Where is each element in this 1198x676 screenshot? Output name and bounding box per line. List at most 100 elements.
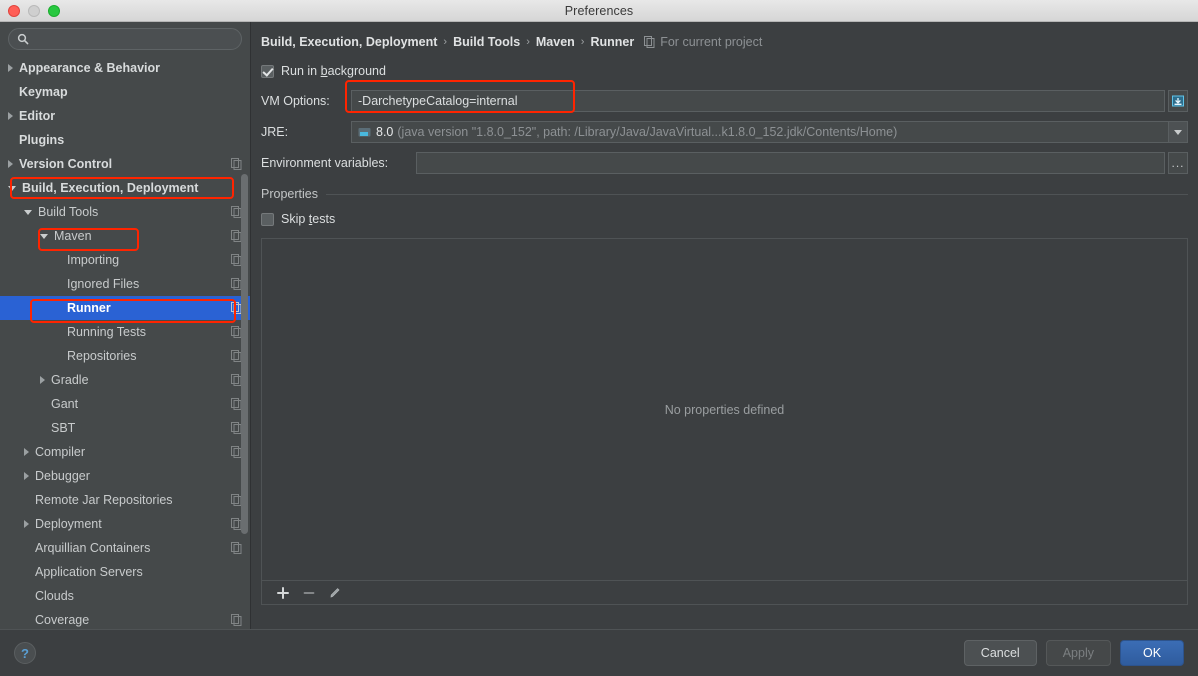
- cancel-button[interactable]: Cancel: [963, 640, 1037, 666]
- sidebar-item-label: Plugins: [19, 133, 65, 147]
- sidebar-item-sbt[interactable]: SBT: [0, 416, 250, 440]
- vm-options-row: VM Options: -DarchetypeCatalog=internal: [261, 90, 1188, 112]
- settings-sidebar: Appearance & Behavior Keymap Editor Plugins…: [0, 22, 251, 629]
- zoom-button[interactable]: [48, 4, 60, 17]
- breadcrumb: Build, Execution, Deployment › Build Tools…: [261, 32, 1188, 52]
- chevron-right-icon[interactable]: [8, 64, 13, 72]
- chevron-right-icon[interactable]: [24, 520, 29, 528]
- breadcrumb-project-scope: For current project: [644, 35, 762, 49]
- sidebar-item-maven[interactable]: Maven: [0, 224, 250, 248]
- window-title: Preferences: [564, 3, 634, 18]
- sidebar-item-label: Runner: [67, 301, 111, 315]
- jdk-icon: [358, 128, 371, 137]
- sidebar-item-label: Application Servers: [35, 565, 143, 579]
- vm-options-expand-button[interactable]: [1168, 90, 1188, 112]
- chevron-right-icon[interactable]: [24, 448, 29, 456]
- sidebar-item-label: Appearance & Behavior: [19, 61, 161, 75]
- chevron-right-icon[interactable]: [40, 376, 45, 384]
- sidebar-item-label: Maven: [54, 229, 92, 243]
- sidebar-item-importing[interactable]: Importing: [0, 248, 250, 272]
- sidebar-item-label: Importing: [67, 253, 120, 267]
- chevron-right-icon[interactable]: [8, 160, 13, 168]
- remove-property-button[interactable]: [302, 586, 316, 600]
- chevron-down-icon: [1174, 129, 1182, 135]
- run-in-background-row[interactable]: Run in background: [261, 61, 1188, 81]
- sidebar-scroll-thumb[interactable]: [241, 174, 248, 534]
- help-button[interactable]: ?: [14, 642, 36, 664]
- sidebar-item-appearance-behavior[interactable]: Appearance & Behavior: [0, 56, 250, 80]
- chevron-down-icon[interactable]: [8, 185, 16, 191]
- sidebar-item-compiler[interactable]: Compiler: [0, 440, 250, 464]
- vm-options-input[interactable]: -DarchetypeCatalog=internal: [351, 90, 1165, 112]
- sidebar-item-coverage[interactable]: Coverage: [0, 608, 250, 629]
- jre-row: JRE: 8.0 (java version "1.8.0_152", path…: [261, 121, 1188, 143]
- sidebar-item-ignored-files[interactable]: Ignored Files: [0, 272, 250, 296]
- sidebar-item-debugger[interactable]: Debugger: [0, 464, 250, 488]
- sidebar-item-label: Running Tests: [67, 325, 146, 339]
- jre-version: 8.0: [376, 125, 394, 139]
- breadcrumb-project-scope-label: For current project: [660, 35, 763, 49]
- chevron-right-icon[interactable]: [8, 112, 13, 120]
- sidebar-item-label: Arquillian Containers: [35, 541, 151, 555]
- search-icon: [17, 33, 29, 45]
- sidebar-item-label: Clouds: [35, 589, 74, 603]
- sidebar-item-editor[interactable]: Editor: [0, 104, 250, 128]
- breadcrumb-part: Runner: [590, 35, 635, 49]
- sidebar-item-runner[interactable]: Runner: [0, 296, 250, 320]
- apply-button[interactable]: Apply: [1045, 640, 1111, 666]
- sidebar-item-version-control[interactable]: Version Control: [0, 152, 250, 176]
- sidebar-item-deployment[interactable]: Deployment: [0, 512, 250, 536]
- chevron-down-icon[interactable]: [40, 233, 48, 239]
- skip-tests-row[interactable]: Skip tests: [261, 209, 1188, 229]
- sidebar-item-keymap[interactable]: Keymap: [0, 80, 250, 104]
- sidebar-item-label: Coverage: [35, 613, 90, 627]
- breadcrumb-part: Build Tools: [453, 35, 521, 49]
- sidebar-item-label: Compiler: [35, 445, 86, 459]
- project-scope-icon: [644, 36, 655, 48]
- dialog-buttons: Cancel Apply OK: [963, 640, 1184, 666]
- sidebar-item-arquillian-containers[interactable]: Arquillian Containers: [0, 536, 250, 560]
- environment-variables-input[interactable]: [416, 152, 1165, 174]
- sidebar-item-gradle[interactable]: Gradle: [0, 368, 250, 392]
- ellipsis-icon: ...: [1171, 156, 1185, 170]
- skip-tests-checkbox[interactable]: [261, 212, 274, 226]
- expand-editor-icon: [1172, 95, 1184, 107]
- sidebar-item-application-servers[interactable]: Application Servers: [0, 560, 250, 584]
- sidebar-item-build-tools[interactable]: Build Tools: [0, 200, 250, 224]
- environment-variables-browse-button[interactable]: ...: [1168, 152, 1188, 174]
- sidebar-item-label: Gradle: [51, 373, 89, 387]
- ok-button[interactable]: OK: [1120, 640, 1184, 666]
- sidebar-item-repositories[interactable]: Repositories: [0, 344, 250, 368]
- sidebar-scrollbar[interactable]: [241, 24, 248, 627]
- sidebar-item-label: Keymap: [19, 85, 68, 99]
- breadcrumb-part: Build, Execution, Deployment: [261, 35, 438, 49]
- environment-variables-row: Environment variables: ...: [261, 152, 1188, 174]
- chevron-right-icon[interactable]: [24, 472, 29, 480]
- edit-property-button[interactable]: [328, 586, 342, 600]
- jre-dropdown-button[interactable]: [1168, 122, 1187, 142]
- sidebar-item-gant[interactable]: Gant: [0, 392, 250, 416]
- run-in-background-checkbox[interactable]: [261, 64, 274, 78]
- sidebar-item-plugins[interactable]: Plugins: [0, 128, 250, 152]
- chevron-down-icon[interactable]: [24, 209, 32, 215]
- sidebar-item-remote-jar-repositories[interactable]: Remote Jar Repositories: [0, 488, 250, 512]
- search-input[interactable]: [35, 32, 233, 46]
- properties-toolbar: [261, 581, 1188, 605]
- minimize-button[interactable]: [28, 4, 40, 17]
- add-property-button[interactable]: [276, 586, 290, 600]
- dialog-body: Appearance & Behavior Keymap Editor Plugins…: [0, 22, 1198, 629]
- jre-label: JRE:: [261, 125, 289, 139]
- sidebar-item-label: Repositories: [67, 349, 137, 363]
- dialog-footer: ? Cancel Apply OK: [0, 629, 1198, 676]
- traffic-lights: [8, 4, 60, 17]
- settings-tree[interactable]: Appearance & Behavior Keymap Editor Plugins…: [0, 56, 250, 629]
- properties-table[interactable]: No properties defined: [261, 238, 1188, 581]
- search-field[interactable]: [8, 28, 242, 50]
- sidebar-item-label: Version Control: [19, 157, 113, 171]
- sidebar-item-running-tests[interactable]: Running Tests: [0, 320, 250, 344]
- jre-combobox[interactable]: 8.0 (java version "1.8.0_152", path: /Li…: [351, 121, 1188, 143]
- sidebar-item-clouds[interactable]: Clouds: [0, 584, 250, 608]
- breadcrumb-part: Maven: [535, 35, 575, 49]
- close-button[interactable]: [8, 4, 20, 17]
- sidebar-item-build-execution-deployment[interactable]: Build, Execution, Deployment: [0, 176, 250, 200]
